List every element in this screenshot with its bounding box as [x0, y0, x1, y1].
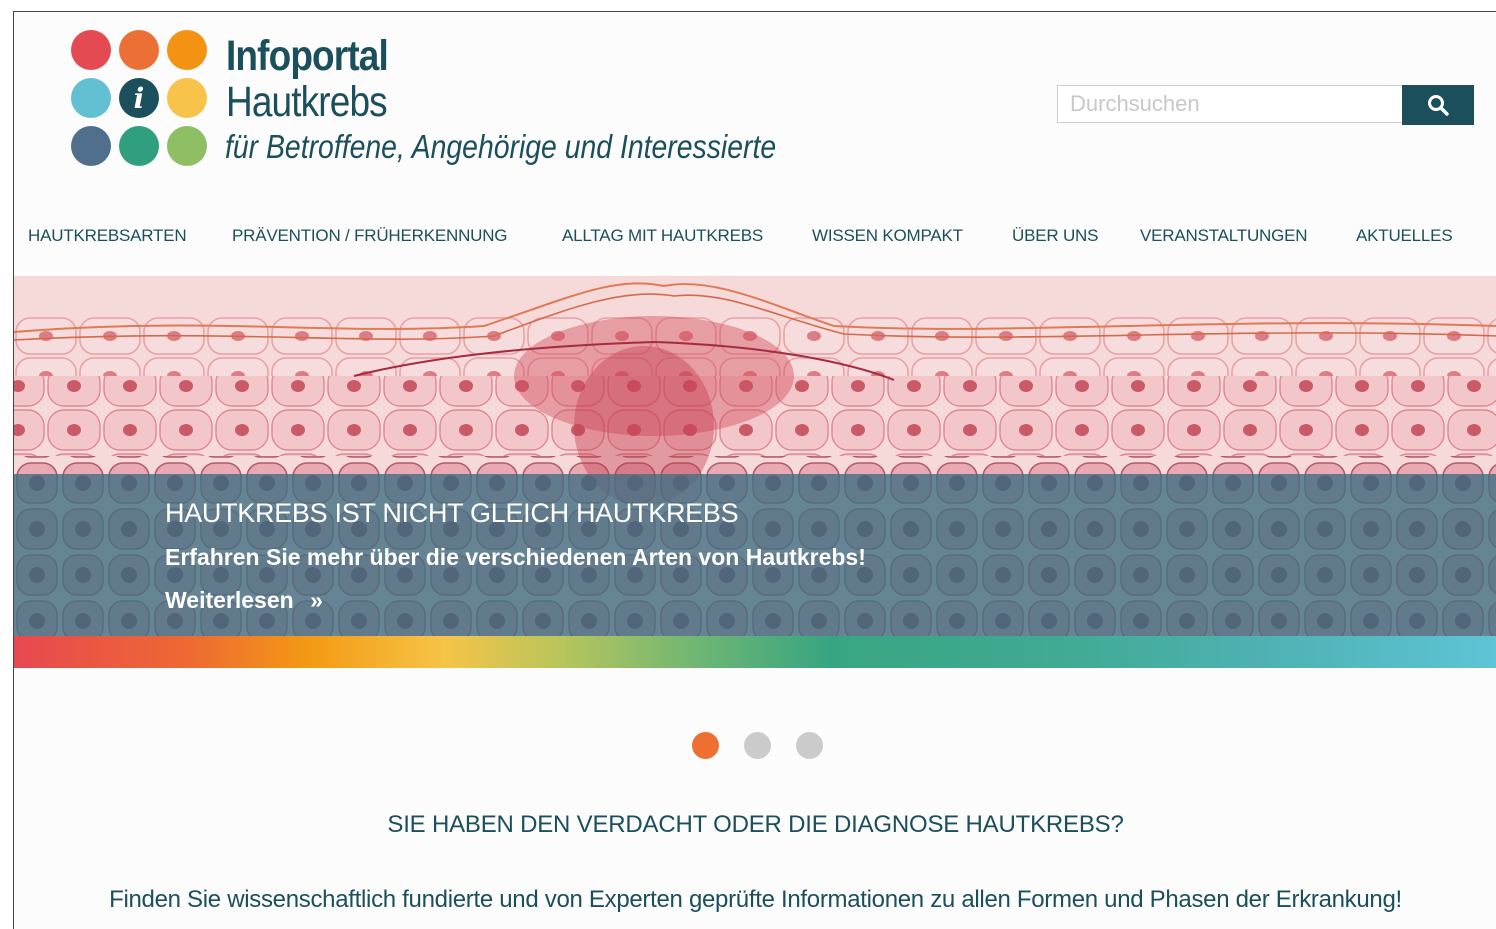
- main-nav: HAUTKREBSARTEN PRÄVENTION / FRÜHERKENNUN…: [14, 226, 1496, 256]
- logo-dot: [71, 78, 111, 118]
- carousel-dot-1[interactable]: [692, 732, 719, 759]
- brand-tagline: für Betroffene, Angehörige und Interessi…: [225, 128, 777, 165]
- search-icon: [1428, 95, 1449, 116]
- search-button[interactable]: [1402, 85, 1474, 125]
- search-input[interactable]: [1057, 85, 1402, 123]
- nav-item-hautkrebsarten[interactable]: HAUTKREBSARTEN: [28, 226, 187, 246]
- logo-dot: [119, 30, 159, 70]
- read-more-link[interactable]: Weiterlesen »: [165, 587, 323, 614]
- section-heading: SIE HABEN DEN VERDACHT ODER DIE DIAGNOSE…: [387, 811, 1124, 838]
- carousel-indicators: [692, 732, 823, 759]
- logo-dot: [71, 126, 111, 166]
- brand-name-line1[interactable]: Infoportal: [226, 32, 389, 81]
- section-intro-text: Finden Sie wissenschaftlich fundierte un…: [109, 886, 1402, 913]
- nav-item-veranstaltungen[interactable]: VERANSTALTUNGEN: [1140, 226, 1308, 246]
- page-frame: i Infoportal Hautkrebs für Betroffene, A…: [13, 11, 1496, 929]
- color-gradient-bar: [14, 636, 1496, 668]
- search-bar: [1057, 85, 1475, 125]
- nav-item-aktuelles[interactable]: AKTUELLES: [1356, 226, 1453, 246]
- hero-subtitle: Erfahren Sie mehr über die verschiedenen…: [165, 544, 866, 570]
- nav-item-praevention[interactable]: PRÄVENTION / FRÜHERKENNUNG: [232, 226, 508, 246]
- nav-item-alltag[interactable]: ALLTAG MIT HAUTKREBS: [562, 226, 763, 246]
- carousel-dot-3[interactable]: [796, 732, 823, 759]
- carousel-dot-2[interactable]: [744, 732, 771, 759]
- hero-title: HAUTKREBS IST NICHT GLEICH HAUTKREBS: [165, 498, 739, 528]
- brand-name-line2[interactable]: Hautkrebs: [226, 78, 388, 127]
- info-icon: i: [119, 78, 159, 118]
- logo-dot: [167, 78, 207, 118]
- nav-item-ueber-uns[interactable]: ÜBER UNS: [1012, 226, 1098, 246]
- nav-item-wissen-kompakt[interactable]: WISSEN KOMPAKT: [812, 226, 963, 246]
- logo-dot: [167, 126, 207, 166]
- double-chevron-right-icon: »: [310, 587, 323, 613]
- logo-dot: [167, 30, 207, 70]
- logo-dot: [119, 126, 159, 166]
- read-more-label: Weiterlesen: [165, 587, 294, 613]
- hero-slider: HAUTKREBS IST NICHT GLEICH HAUTKREBS Erf…: [14, 276, 1496, 668]
- logo-dot: [71, 30, 111, 70]
- logo-dots[interactable]: i: [71, 30, 211, 170]
